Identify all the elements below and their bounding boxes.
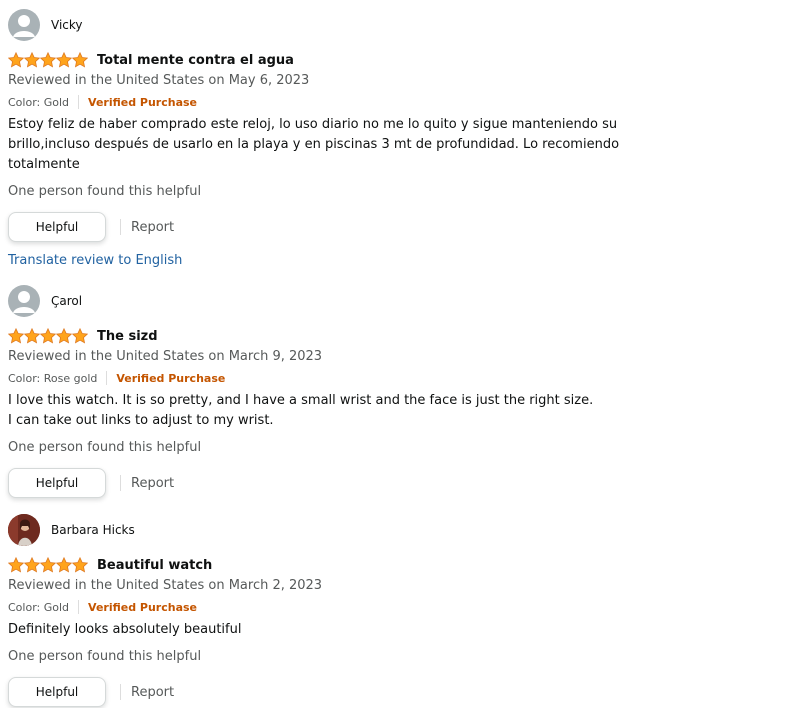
helpful-count: One person found this helpful xyxy=(8,440,202,455)
star-icon xyxy=(40,328,56,344)
review-title[interactable]: Beautiful watch xyxy=(97,558,212,573)
star-icon xyxy=(56,557,72,573)
star-rating[interactable] xyxy=(8,52,88,68)
report-link[interactable]: Report xyxy=(131,476,174,491)
helpful-button[interactable]: Helpful xyxy=(8,212,106,242)
star-rating[interactable] xyxy=(8,328,88,344)
helpful-count: One person found this helpful xyxy=(8,184,202,199)
star-icon xyxy=(72,52,88,68)
report-link[interactable]: Report xyxy=(131,220,174,235)
review-card: Çarol The sizd Reviewed in the United St… xyxy=(8,284,778,498)
star-icon xyxy=(72,557,88,573)
divider xyxy=(78,600,80,614)
star-icon xyxy=(40,52,56,68)
review-body-line: I can take out links to adjust to my wri… xyxy=(8,413,274,428)
review-title[interactable]: The sizd xyxy=(97,329,158,344)
star-icon xyxy=(8,557,24,573)
review-body-line: Definitely looks absolutely beautiful xyxy=(8,622,242,637)
helpful-button[interactable]: Helpful xyxy=(8,468,106,498)
verified-purchase-badge: Verified Purchase xyxy=(88,95,198,109)
review-body-line: I love this watch. It is so pretty, and … xyxy=(8,393,594,408)
helpful-button[interactable]: Helpful xyxy=(8,677,106,707)
star-icon xyxy=(24,52,40,68)
star-icon xyxy=(24,328,40,344)
translate-review-link[interactable]: Translate review to English xyxy=(8,252,778,270)
star-icon xyxy=(56,52,72,68)
review-date: Reviewed in the United States on March 2… xyxy=(8,578,323,593)
review-body-line: brillo,incluso después de usarlo en la p… xyxy=(8,137,620,152)
star-rating[interactable] xyxy=(8,557,88,573)
star-icon xyxy=(56,328,72,344)
review-body: Estoy feliz de haber comprado este reloj… xyxy=(8,115,778,175)
review-date: Reviewed in the United States on May 6, … xyxy=(8,73,310,88)
variant-label: Color: Rose gold xyxy=(8,371,98,385)
report-link[interactable]: Report xyxy=(131,685,174,700)
divider xyxy=(106,371,108,385)
review-body-line: Estoy feliz de haber comprado este reloj… xyxy=(8,117,618,132)
reviewer-profile[interactable]: Vicky xyxy=(8,8,778,42)
star-icon xyxy=(8,52,24,68)
divider xyxy=(120,219,121,235)
star-icon xyxy=(72,328,88,344)
photo-avatar xyxy=(8,514,40,546)
verified-purchase-badge: Verified Purchase xyxy=(88,600,198,614)
star-icon xyxy=(24,557,40,573)
reviewer-name: Vicky xyxy=(51,18,83,32)
review-body: Definitely looks absolutely beautiful xyxy=(8,620,778,640)
variant-label: Color: Gold xyxy=(8,95,70,109)
review-date: Reviewed in the United States on March 9… xyxy=(8,349,323,364)
reviewer-name: Çarol xyxy=(51,294,83,308)
review-card: Barbara Hicks Beautiful watch Reviewed i… xyxy=(8,513,778,707)
reviewer-name: Barbara Hicks xyxy=(51,523,135,537)
default-avatar-icon xyxy=(8,285,40,317)
reviewer-profile[interactable]: Barbara Hicks xyxy=(8,513,778,547)
review-body-line: totalmente xyxy=(8,157,80,172)
review-title[interactable]: Total mente contra el agua xyxy=(97,53,294,68)
verified-purchase-badge: Verified Purchase xyxy=(116,371,226,385)
divider xyxy=(120,475,121,491)
helpful-count: One person found this helpful xyxy=(8,649,202,664)
variant-label: Color: Gold xyxy=(8,600,70,614)
default-avatar-icon xyxy=(8,9,40,41)
star-icon xyxy=(40,557,56,573)
divider xyxy=(120,684,121,700)
review-card: Vicky Total mente contra el agua Reviewe… xyxy=(8,8,778,270)
reviewer-profile[interactable]: Çarol xyxy=(8,284,778,318)
star-icon xyxy=(8,328,24,344)
divider xyxy=(78,95,80,109)
review-body: I love this watch. It is so pretty, and … xyxy=(8,391,778,431)
